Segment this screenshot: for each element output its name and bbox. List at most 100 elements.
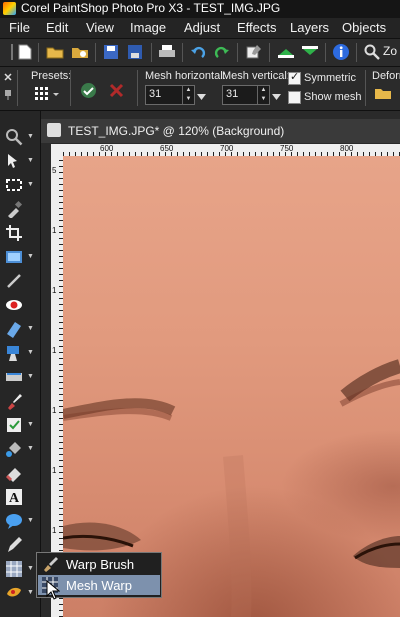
menu-layers[interactable]: Layers <box>290 20 329 35</box>
warp-brush-label: Warp Brush <box>66 557 135 572</box>
menu-image[interactable]: Image <box>130 20 166 35</box>
face-photo <box>63 359 400 617</box>
dropdown-arrow-icon[interactable]: ▼ <box>27 373 34 380</box>
mesh-warp-label: Mesh Warp <box>66 578 132 593</box>
ruler-tick-label: 5 <box>52 166 57 175</box>
dropdown-arrow-icon[interactable]: ▼ <box>27 517 34 524</box>
scratch-remover-icon[interactable] <box>4 367 24 387</box>
ruler-tick-label: 800 <box>340 144 354 153</box>
menu-bar: File Edit View Image Adjust Effects Laye… <box>0 18 400 39</box>
crop-tool-icon[interactable] <box>4 223 24 243</box>
zoom-icon[interactable] <box>362 42 382 62</box>
show-mesh-checkbox[interactable] <box>288 91 301 104</box>
undo-icon[interactable] <box>188 42 208 62</box>
dropdown-arrow-icon[interactable]: ▼ <box>27 157 34 164</box>
stepper-up-icon[interactable]: ▲ <box>258 86 269 95</box>
slider-dropdown-icon[interactable] <box>197 90 206 104</box>
stepper-down-icon[interactable]: ▼ <box>183 95 194 104</box>
deform-label: Deform <box>372 70 400 82</box>
info-icon[interactable] <box>331 42 351 62</box>
redo-icon[interactable] <box>212 42 232 62</box>
flood-fill-icon[interactable] <box>4 439 24 459</box>
dropdown-arrow-icon[interactable]: ▼ <box>27 445 34 452</box>
app-icon <box>3 2 16 15</box>
makeover-tool-icon[interactable] <box>4 319 24 339</box>
dropdown-arrow-icon[interactable]: ▼ <box>27 181 34 188</box>
mesh-vertical-stepper[interactable]: 31 ▲ ▼ <box>222 85 270 105</box>
warp-tool-icon[interactable] <box>4 559 24 579</box>
tool-options-bar: Presets: Mesh horizontal: 31 ▲ ▼ Mesh ver… <box>0 67 400 111</box>
ruler-tick-label: 1 <box>52 346 57 355</box>
document-title-bar: TEST_IMG.JPG* @ 120% (Background) <box>41 119 400 143</box>
mesh-horizontal-stepper[interactable]: 31 ▲ ▼ <box>145 85 195 105</box>
menu-objects[interactable]: Objects <box>342 20 386 35</box>
layer-properties-icon[interactable] <box>244 42 264 62</box>
selection-tool-icon[interactable] <box>4 175 24 195</box>
straighten-tool-icon[interactable] <box>4 271 24 291</box>
text-tool-icon[interactable]: A <box>4 487 24 507</box>
dropdown-arrow-icon[interactable]: ▼ <box>27 133 34 140</box>
new-file-icon[interactable] <box>15 42 35 62</box>
tools-palette: ▼ ▼ ▼ ▼ ▼ ▼ ▼ ▼ ▼ A ▼ ▼ ▼ <box>0 111 41 617</box>
ruler-tick-label: 1 <box>52 526 57 535</box>
ruler-tick-label: 650 <box>160 144 174 153</box>
ruler-tick-label: 1 <box>52 406 57 415</box>
print-icon[interactable] <box>157 42 177 62</box>
pin-icon[interactable] <box>4 89 12 103</box>
apply-icon[interactable] <box>80 82 97 102</box>
stepper-down-icon[interactable]: ▼ <box>258 95 269 104</box>
save-icon[interactable] <box>101 42 121 62</box>
menu-view[interactable]: View <box>86 20 114 35</box>
menu-effects[interactable]: Effects <box>237 20 277 35</box>
document-window: TEST_IMG.JPG* @ 120% (Background) 600 65… <box>41 111 400 617</box>
red-eye-tool-icon[interactable] <box>4 295 24 315</box>
deform-map-icon[interactable] <box>374 86 392 103</box>
ruler-tick-label: 1 <box>52 286 57 295</box>
cancel-icon[interactable] <box>108 82 125 102</box>
save-as-icon[interactable] <box>125 42 145 62</box>
dropdown-arrow-icon[interactable]: ▼ <box>27 589 34 596</box>
dropdown-arrow-icon[interactable]: ▼ <box>27 421 34 428</box>
pick-tool-icon[interactable] <box>4 151 24 171</box>
art-media-tool-icon[interactable] <box>4 583 24 603</box>
paint-brush-icon[interactable] <box>4 391 24 411</box>
mesh-horizontal-label: Mesh horizontal: <box>145 70 226 82</box>
open-folder-icon[interactable] <box>45 42 65 62</box>
menu-edit[interactable]: Edit <box>46 20 68 35</box>
warp-brush-menu-item[interactable]: Warp Brush <box>38 554 160 574</box>
pen-tool-icon[interactable] <box>4 535 24 555</box>
dropdown-arrow-icon[interactable]: ▼ <box>27 565 34 572</box>
zoom-tool-icon[interactable] <box>4 127 24 147</box>
move-tool-icon[interactable] <box>4 247 24 267</box>
dropper-tool-icon[interactable] <box>4 199 24 219</box>
clone-tool-icon[interactable] <box>4 343 24 363</box>
close-palette-icon[interactable] <box>3 71 13 85</box>
script-run-icon[interactable] <box>276 42 296 62</box>
retouch-tool-icon[interactable] <box>4 415 24 435</box>
script-record-icon[interactable] <box>300 42 320 62</box>
ruler-tick-label: 750 <box>280 144 294 153</box>
mouse-cursor-icon <box>46 579 61 603</box>
preset-shape-icon[interactable] <box>4 511 24 531</box>
ruler-tick-label: 1 <box>52 466 57 475</box>
image-canvas[interactable] <box>63 156 400 617</box>
dropdown-arrow-icon[interactable]: ▼ <box>27 253 34 260</box>
window-title: Corel PaintShop Photo Pro X3 - TEST_IMG.… <box>21 1 281 15</box>
dropdown-arrow-icon[interactable]: ▼ <box>27 325 34 332</box>
ruler-tick-label: 700 <box>220 144 234 153</box>
eraser-tool-icon[interactable] <box>4 463 24 483</box>
presets-dropdown[interactable] <box>33 84 63 104</box>
ruler-corner <box>51 144 63 156</box>
zoom-label[interactable]: Zo <box>383 44 397 58</box>
document-title: TEST_IMG.JPG* @ 120% (Background) <box>68 124 285 138</box>
symmetric-checkbox[interactable] <box>288 70 301 85</box>
mesh-vertical-label: Mesh vertical: <box>222 70 290 82</box>
browse-icon[interactable] <box>70 42 90 62</box>
stepper-up-icon[interactable]: ▲ <box>183 86 194 95</box>
ruler-tick-label: 1 <box>52 226 57 235</box>
dropdown-arrow-icon[interactable]: ▼ <box>27 349 34 356</box>
slider-dropdown-icon[interactable] <box>272 90 281 104</box>
menu-file[interactable]: File <box>9 20 30 35</box>
menu-adjust[interactable]: Adjust <box>184 20 220 35</box>
mesh-horizontal-value: 31 <box>149 88 162 100</box>
